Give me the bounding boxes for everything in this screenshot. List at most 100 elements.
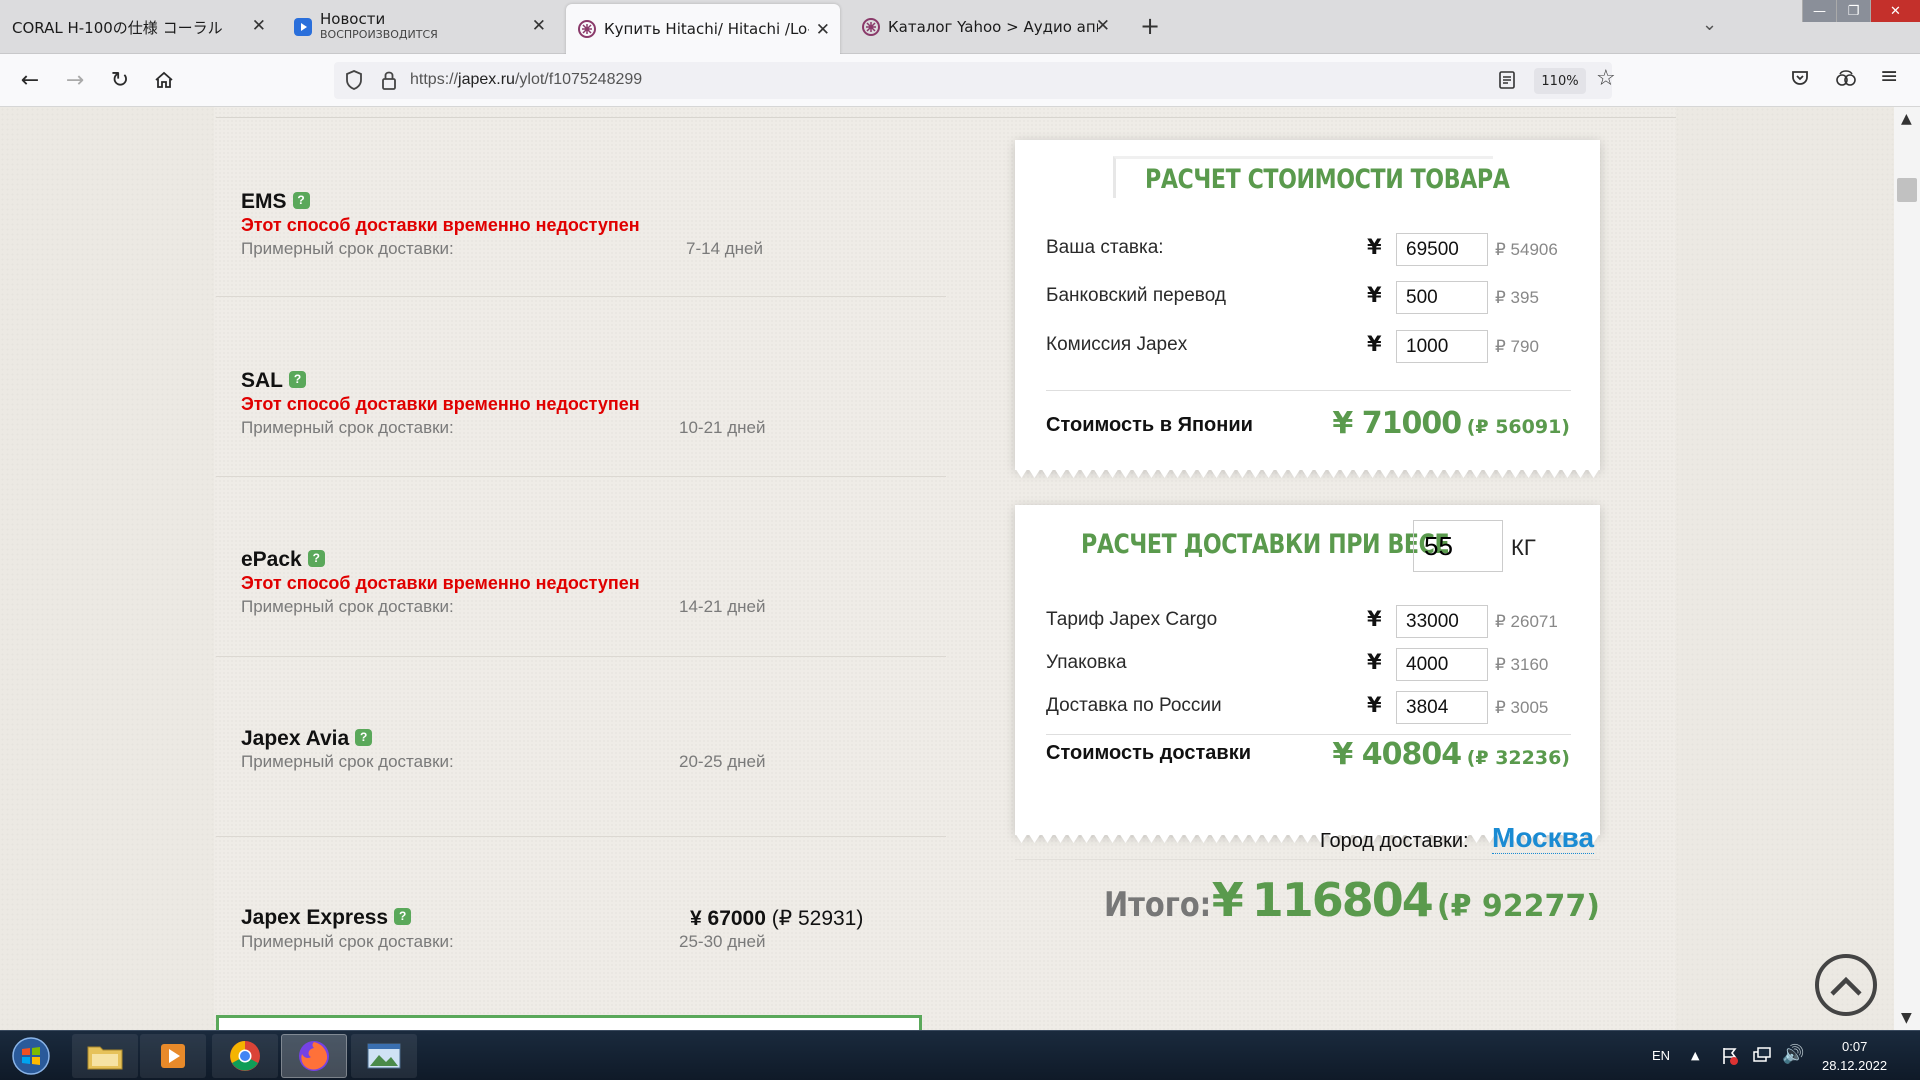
network-icon[interactable] <box>1752 1046 1772 1066</box>
weight-input[interactable]: 55 <box>1413 520 1503 572</box>
action-center-flag-icon[interactable] <box>1720 1046 1740 1066</box>
pocket-icon[interactable] <box>1790 68 1810 88</box>
page-viewport: EMS? Этот способ доставки временно недос… <box>0 107 1920 1030</box>
clock-date[interactable]: 28.12.2022 <box>1822 1058 1887 1073</box>
unavailable-notice: Этот способ доставки временно недоступен <box>241 215 640 235</box>
japex-favicon-icon <box>578 20 596 38</box>
shipping-method-ems: EMS? Этот способ доставки временно недос… <box>216 117 946 297</box>
delivery-time-value: 7-14 дней <box>686 239 764 258</box>
new-tab-icon[interactable]: + <box>1140 12 1160 40</box>
firefox-taskbar-button[interactable] <box>281 1034 347 1078</box>
shipping-method-japex-express[interactable]: Japex Express? ¥ 67000 (₽ 52931) Примерн… <box>216 837 946 1017</box>
window-close-icon[interactable]: ✕ <box>1870 0 1920 22</box>
bank-transfer-input[interactable]: 500 <box>1396 281 1488 314</box>
menu-icon[interactable]: ≡ <box>1880 64 1898 89</box>
tab-title: Купить Hitachi/ Hitachi /Lo-D H <box>604 20 809 38</box>
total-yen: ¥ 71000 <box>1332 406 1462 441</box>
image-viewer-taskbar-button[interactable] <box>351 1034 417 1078</box>
scroll-to-top-button[interactable] <box>1815 954 1877 1016</box>
media-player-taskbar-button[interactable] <box>140 1034 206 1078</box>
shipping-method-name: ePack? <box>241 548 325 572</box>
url-host: japex.ru <box>458 71 515 88</box>
close-icon[interactable]: ✕ <box>816 20 830 40</box>
scrollbar-thumb[interactable] <box>1897 178 1917 202</box>
tab-coral[interactable]: CORAL H-100の仕様 コーラル ✕ <box>0 0 276 54</box>
divider <box>1046 734 1571 735</box>
back-icon[interactable]: ← <box>16 66 44 94</box>
yen-symbol: ¥ <box>1211 873 1244 927</box>
tab-title: Каталог Yahoo > Аудио аппар <box>888 18 1098 36</box>
total-label: Стоимость доставки <box>1046 742 1252 764</box>
close-icon[interactable]: ✕ <box>252 16 266 36</box>
rub-value: ₽ 54906 <box>1495 240 1558 259</box>
minimize-icon[interactable]: — <box>1802 0 1836 22</box>
commission-input[interactable]: 1000 <box>1396 330 1488 363</box>
maximize-icon[interactable]: ❐ <box>1836 0 1870 22</box>
tab-yahoo-catalog[interactable]: Каталог Yahoo > Аудио аппар ✕ <box>850 0 1120 54</box>
row-label: Банковский перевод <box>1046 285 1226 306</box>
yen-symbol: ¥ <box>1367 650 1382 674</box>
delivery-time-label: Примерный срок доставки: <box>241 597 454 616</box>
yen-symbol: ¥ <box>1367 607 1382 631</box>
yen-symbol: ¥ <box>1367 283 1382 307</box>
item-cost-card: РАСЧЕТ СТОИМОСТИ ТОВАРА Ваша ставка: ¥ 6… <box>1015 140 1600 478</box>
tab-subtitle: ВОСПРОИЗВОДИТСЯ <box>320 28 438 41</box>
help-icon[interactable]: ? <box>394 907 412 925</box>
shield-icon[interactable] <box>344 69 364 91</box>
receipt-edge <box>1015 468 1600 478</box>
tab-hitachi[interactable]: Купить Hitachi/ Hitachi /Lo-D H ✕ <box>566 4 840 54</box>
bookmark-star-icon[interactable]: ☆ <box>1596 66 1616 91</box>
reader-view-icon[interactable] <box>1498 70 1516 90</box>
shipping-method-name: Japex Avia? <box>241 727 373 751</box>
help-icon[interactable]: ? <box>355 728 373 746</box>
delivery-city-label: Город доставки: <box>1320 830 1469 852</box>
tab-title: Новости <box>320 10 386 28</box>
delivery-city-link[interactable]: Москва <box>1492 823 1595 854</box>
forward-icon[interactable]: → <box>61 66 89 94</box>
start-button[interactable] <box>6 1034 56 1078</box>
image-viewer-icon <box>367 1043 401 1069</box>
volume-icon[interactable]: 🔊 <box>1782 1044 1804 1065</box>
clock-time[interactable]: 0:07 <box>1842 1039 1867 1054</box>
explorer-taskbar-button[interactable] <box>72 1034 138 1078</box>
delivery-time-label: Примерный срок доставки: <box>241 752 454 771</box>
packaging-input[interactable]: 4000 <box>1396 648 1488 681</box>
vertical-scrollbar[interactable]: ▲ ▼ <box>1894 107 1920 1030</box>
tab-news[interactable]: Новости ВОСПРОИЗВОДИТСЯ ✕ <box>282 0 556 54</box>
address-bar[interactable]: https://japex.ru/ylot/f1075248299 <box>334 62 1612 99</box>
unavailable-notice: Этот способ доставки временно недоступен <box>241 394 640 414</box>
zoom-level-button[interactable]: 110% <box>1534 68 1586 94</box>
home-icon[interactable] <box>150 66 178 94</box>
window-controls: — ❐ ✕ <box>1802 0 1920 22</box>
reload-icon[interactable]: ↻ <box>106 66 134 94</box>
close-icon[interactable]: ✕ <box>1096 16 1110 36</box>
shipping-method-name: SAL? <box>241 369 306 393</box>
firefox-icon <box>299 1041 329 1071</box>
price-yen: ¥ 67000 <box>690 907 766 930</box>
row-label: Доставка по России <box>1046 695 1222 716</box>
chrome-taskbar-button[interactable] <box>212 1034 278 1078</box>
lock-icon[interactable] <box>380 69 398 91</box>
tab-title: CORAL H-100の仕様 コーラル <box>12 18 223 37</box>
delivery-time-label: Примерный срок доставки: <box>241 239 454 258</box>
help-icon[interactable]: ? <box>307 549 325 567</box>
russia-delivery-input[interactable]: 3804 <box>1396 691 1488 724</box>
help-icon[interactable]: ? <box>289 370 306 388</box>
url-text[interactable]: https://japex.ru/ylot/f1075248299 <box>410 71 642 89</box>
tray-expand-icon[interactable]: ▲ <box>1691 1049 1699 1062</box>
total-value: ¥ 40804 (₽ 32236) <box>1332 737 1570 772</box>
total-yen: ¥ 40804 <box>1332 737 1462 772</box>
scroll-down-icon[interactable]: ▼ <box>1901 1010 1912 1026</box>
bid-input[interactable]: 69500 <box>1396 233 1488 266</box>
card-title: РАСЧЕТ ДОСТАВКИ ПРИ ВЕСЕ <box>1081 529 1450 560</box>
input-language[interactable]: EN <box>1652 1048 1670 1063</box>
close-icon[interactable]: ✕ <box>532 16 546 36</box>
cargo-tariff-input[interactable]: 33000 <box>1396 605 1488 638</box>
yen-symbol: ¥ <box>1367 235 1382 259</box>
video-play-icon <box>294 18 312 36</box>
chevron-down-icon[interactable]: ⌄ <box>1702 14 1717 35</box>
scroll-up-icon[interactable]: ▲ <box>1901 111 1912 127</box>
help-icon[interactable]: ? <box>292 191 310 209</box>
account-sync-icon[interactable] <box>1834 68 1858 88</box>
grand-total-yen: 116804 <box>1251 873 1434 927</box>
